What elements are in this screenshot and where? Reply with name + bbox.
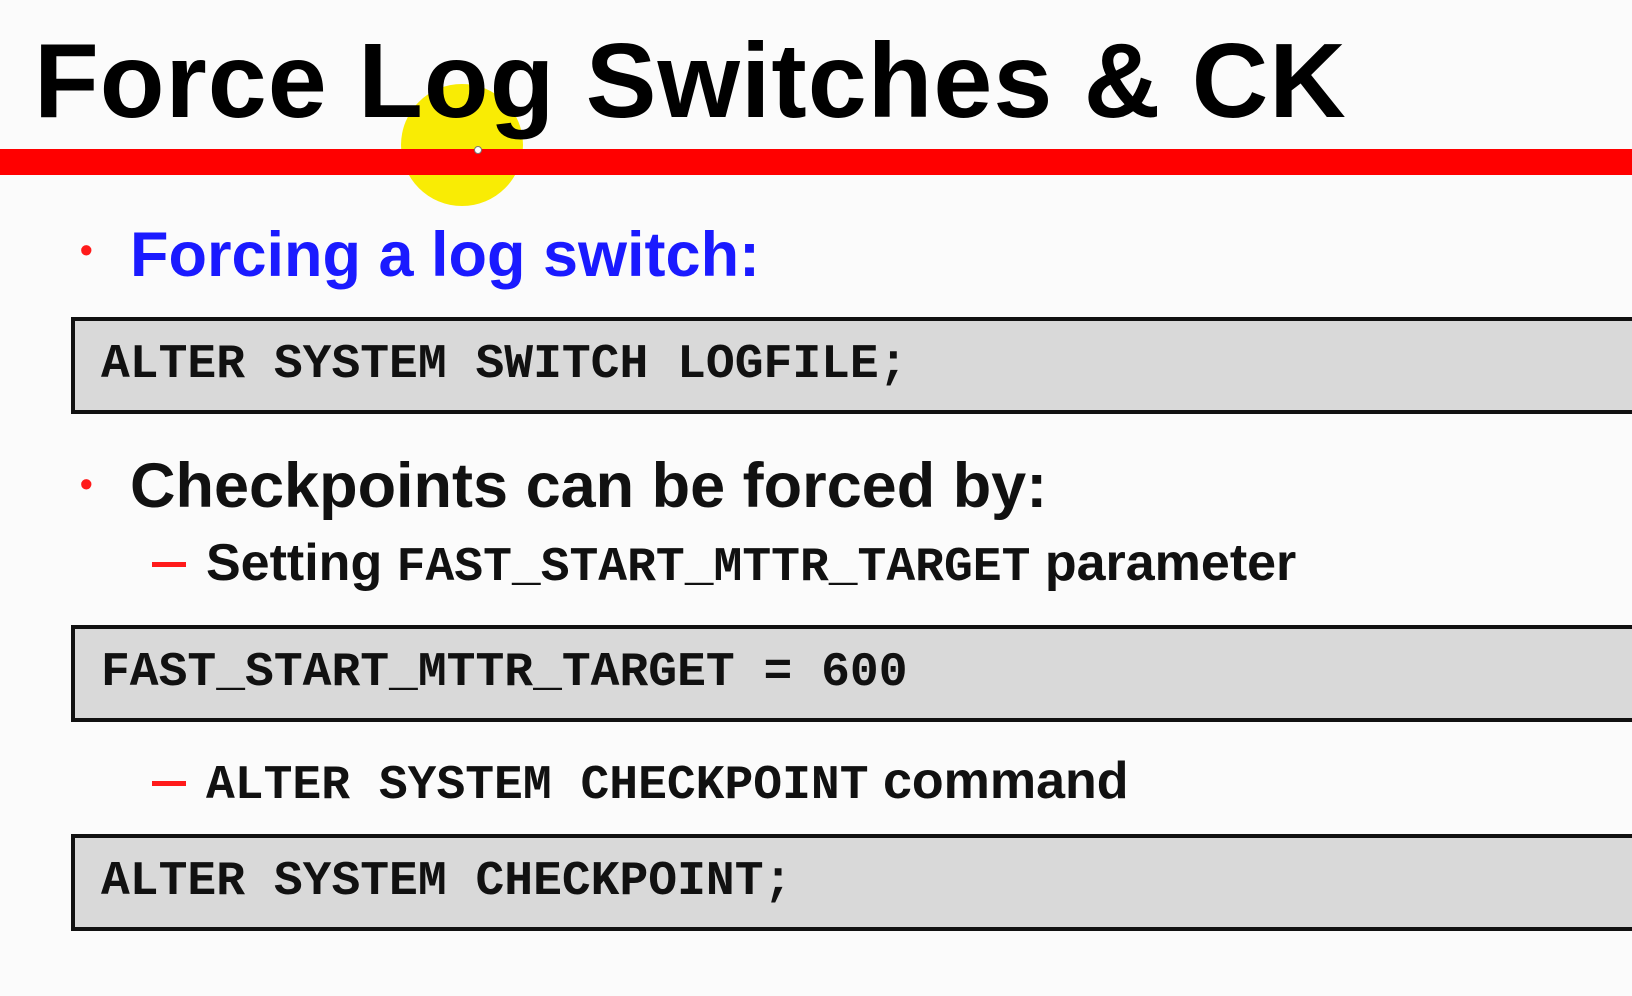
mouse-cursor-icon (474, 146, 482, 154)
slide-title: Force Log Switches & CK (34, 22, 1347, 140)
slide: Force Log Switches & CK • Forcing a log … (0, 0, 1632, 996)
code-block-switch-logfile: ALTER SYSTEM SWITCH LOGFILE; (71, 317, 1632, 414)
bullet-dot-icon: • (80, 463, 93, 504)
bullet-1-text: Forcing a log switch: (130, 220, 761, 290)
subitem-1-suffix: parameter (1030, 534, 1297, 592)
dash-icon (152, 562, 186, 567)
title-divider (0, 149, 1632, 175)
subitem-2-suffix: command (868, 752, 1129, 810)
subitem-2-text: ALTER SYSTEM CHECKPOINT command (206, 755, 1129, 810)
dash-icon (152, 781, 186, 786)
subitem-1-text: Setting FAST_START_MTTR_TARGET parameter (206, 537, 1296, 592)
subitem-1-code-inline: FAST_START_MTTR_TARGET (396, 541, 1031, 595)
code-block-checkpoint: ALTER SYSTEM CHECKPOINT; (71, 834, 1632, 931)
code-block-mttr-target: FAST_START_MTTR_TARGET = 600 (71, 625, 1632, 722)
bullet-dot-icon: • (80, 229, 93, 270)
subitem-2-code-inline: ALTER SYSTEM CHECKPOINT (206, 759, 869, 813)
subitem-1-prefix: Setting (206, 534, 397, 592)
bullet-2-text: Checkpoints can be forced by: (130, 451, 1048, 521)
